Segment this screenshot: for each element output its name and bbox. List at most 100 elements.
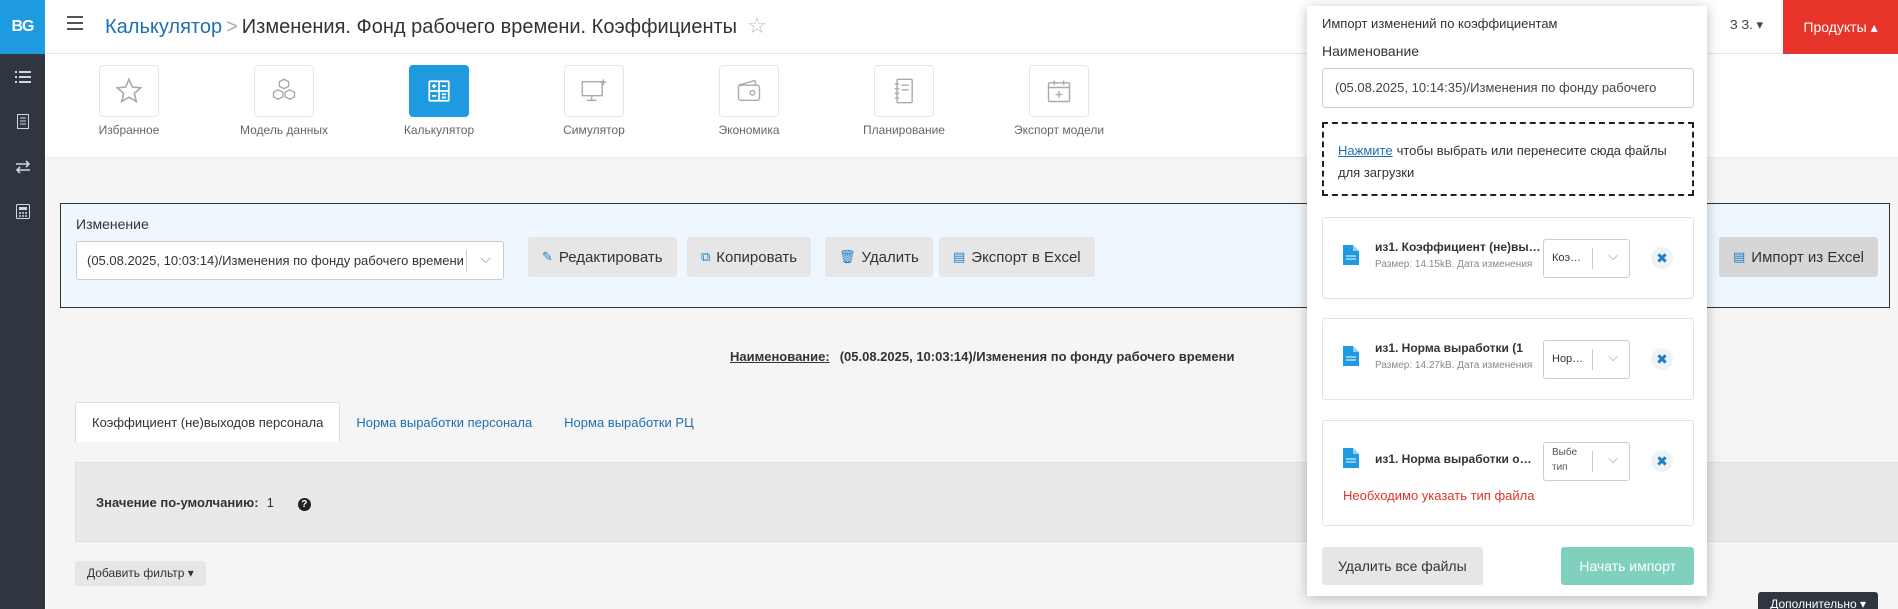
tab-absence-coefficient[interactable]: Коэффициент (не)выходов персонала [75, 402, 341, 442]
module-data-model[interactable]: Модель данных [214, 65, 354, 137]
change-select-value: (05.08.2025, 10:03:14)/Изменения по фонд… [87, 253, 464, 268]
help-icon[interactable]: ? [297, 498, 311, 511]
notebook-icon [874, 65, 934, 117]
remove-file-button[interactable]: ✖ [1651, 450, 1673, 472]
user-menu[interactable]: З З. ▾ [1730, 17, 1763, 33]
user-menu-label: З З. [1729, 17, 1753, 32]
default-value: 1 [266, 495, 274, 510]
file-card: из1. Норма выработки о… Выбе тип ⌵ ✖ Нео… [1322, 420, 1694, 526]
remove-file-button[interactable]: ✖ [1651, 348, 1673, 370]
start-import-button[interactable]: Начать импорт [1561, 547, 1694, 585]
module-simulator[interactable]: Симулятор [524, 65, 664, 137]
module-label: Планирование [863, 123, 945, 137]
module-calculator[interactable]: Калькулятор [369, 65, 509, 137]
page-title: Изменения. Фонд рабочего времени. Коэффи… [241, 16, 738, 38]
calculator-icon[interactable] [0, 189, 45, 234]
transfer-icon[interactable] [0, 144, 45, 189]
file-meta: Размер: 14.27kB. Дата изменения [1375, 360, 1533, 371]
chevron-down-icon: ⌵ [1608, 451, 1618, 466]
import-excel-button[interactable]: ▤ Импорт из Excel [1719, 237, 1879, 277]
file-name: из1. Норма выработки (1 [1375, 341, 1523, 355]
file-card: из1. Коэффициент (не)выходов персонала Р… [1322, 217, 1694, 299]
file-dropzone[interactable]: Нажмите чтобы выбрать или перенесите сюда… [1322, 122, 1694, 196]
chevron-down-icon: ⌵ [480, 250, 491, 266]
document-icon[interactable] [0, 99, 45, 144]
calculator-icon [409, 65, 469, 117]
file-type-value: Коэ… [1552, 252, 1582, 264]
file-type-error: Необходимо указать тип файла [1343, 488, 1535, 503]
file-icon [1343, 346, 1359, 366]
module-favorites[interactable]: Избранное [59, 65, 199, 137]
more-label: Дополнительно [1770, 597, 1857, 609]
caret-down-icon: ▾ [1859, 597, 1866, 609]
caret-up-icon: ▴ [1870, 18, 1878, 35]
select-divider [1592, 248, 1593, 269]
file-icon [1343, 245, 1359, 265]
left-rail: BG [0, 0, 45, 609]
breadcrumb: Калькулятор > Изменения. Фонд рабочего вре… [105, 13, 767, 39]
chevron-down-icon: ⌵ [1608, 349, 1618, 364]
app-logo[interactable]: BG [0, 0, 45, 54]
copy-button[interactable]: ⧉ Копировать [687, 237, 812, 277]
module-planning[interactable]: Планирование [834, 65, 974, 137]
file-meta: Размер: 14.15kB. Дата изменения [1375, 259, 1533, 270]
file-card: из1. Норма выработки (1 Размер: 14.27kB.… [1322, 318, 1694, 400]
change-label: Изменение [76, 216, 149, 232]
module-label: Модель данных [240, 123, 328, 137]
change-select[interactable]: (05.08.2025, 10:03:14)/Изменения по фонд… [76, 241, 504, 280]
module-label: Калькулятор [403, 123, 475, 137]
excel-file-icon: ▤ [1733, 249, 1746, 264]
remove-file-button[interactable]: ✖ [1651, 247, 1673, 269]
edit-label: Редактировать [558, 248, 663, 266]
edit-icon: ✎ [542, 249, 553, 264]
copy-label: Копировать [716, 248, 798, 266]
change-name-value: (05.08.2025, 10:03:14)/Изменения по фонд… [839, 349, 1235, 364]
copy-icon: ⧉ [701, 249, 711, 264]
default-value-label: Значение по-умолчанию: [96, 495, 259, 510]
select-divider [1592, 451, 1593, 472]
tab-staff-output-norm[interactable]: Норма выработки персонала [340, 402, 548, 442]
delete-button[interactable]: 🗑 Удалить [825, 237, 933, 277]
import-popup-title: Импорт изменений по коэффициентам [1322, 16, 1558, 31]
select-divider [466, 250, 467, 272]
choose-files-link[interactable]: Нажмите [1338, 143, 1393, 158]
more-button[interactable]: Дополнительно ▾ [1758, 592, 1878, 609]
delete-label: Удалить [861, 248, 919, 266]
add-filter-button[interactable]: Добавить фильтр ▾ [75, 561, 206, 586]
import-name-input[interactable]: (05.08.2025, 10:14:35)/Изменения по фонд… [1322, 68, 1694, 108]
module-label: Экономика [718, 123, 780, 137]
breadcrumb-separator: > [226, 16, 238, 38]
file-icon [1343, 448, 1359, 468]
favorite-star-icon[interactable]: ☆ [747, 13, 767, 38]
excel-file-icon: ▤ [953, 249, 966, 264]
calendar-plus-icon [1029, 65, 1089, 117]
products-label: Продукты [1803, 19, 1867, 35]
monitor-icon [564, 65, 624, 117]
default-value-line: Значение по-умолчанию: 1? [96, 495, 311, 511]
export-excel-button[interactable]: ▤ Экспорт в Excel [939, 237, 1095, 277]
change-name-label: Наименование: [730, 349, 830, 364]
module-export-model[interactable]: Экспорт модели [989, 65, 1129, 137]
breadcrumb-link-calculator[interactable]: Калькулятор [105, 16, 222, 38]
chevron-down-icon: ⌵ [1608, 248, 1618, 263]
file-name: из1. Норма выработки о… [1375, 452, 1532, 466]
list-icon[interactable] [0, 54, 45, 99]
cubes-icon [254, 65, 314, 117]
delete-all-files-button[interactable]: Удалить все файлы [1322, 547, 1483, 585]
module-label: Экспорт модели [1013, 123, 1105, 137]
file-type-select[interactable]: Коэ… ⌵ [1543, 239, 1630, 278]
module-label: Избранное [98, 123, 160, 137]
export-excel-label: Экспорт в Excel [971, 248, 1081, 266]
tab-wc-output-norm[interactable]: Норма выработки РЦ [548, 402, 710, 442]
wallet-icon [719, 65, 779, 117]
menu-icon[interactable] [67, 16, 83, 30]
change-name-line: Наименование: (05.08.2025, 10:03:14)/Изме… [730, 349, 1234, 364]
module-economics[interactable]: Экономика [679, 65, 819, 137]
caret-down-icon: ▾ [1756, 17, 1763, 32]
file-type-select[interactable]: Нор… ⌵ [1543, 340, 1630, 379]
import-excel-label: Импорт из Excel [1751, 248, 1865, 266]
file-type-select[interactable]: Выбе тип ⌵ [1543, 442, 1630, 481]
edit-button[interactable]: ✎ Редактировать [528, 237, 677, 277]
tab-bar: Коэффициент (не)выходов персонала Норма … [75, 402, 710, 442]
products-button[interactable]: Продукты ▴ [1783, 0, 1898, 54]
